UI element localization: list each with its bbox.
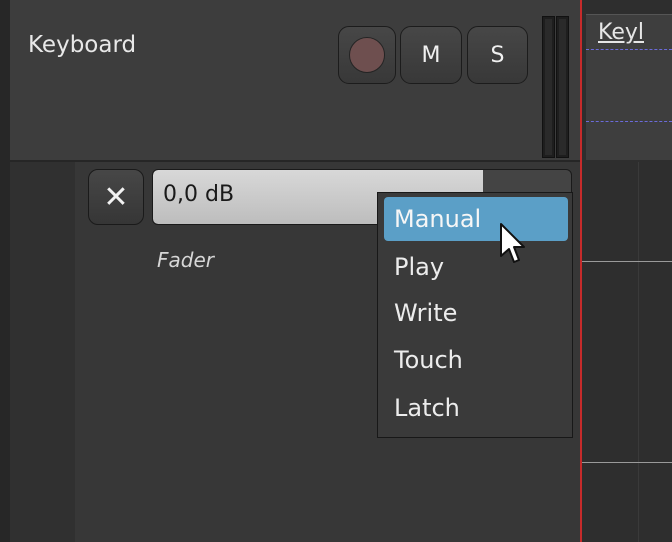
automation-mode-menu: Manual Play Write Touch Latch: [377, 192, 573, 438]
region-waveform: [586, 49, 672, 50]
close-automation-button[interactable]: ✕: [88, 169, 144, 225]
close-icon: ✕: [103, 179, 129, 215]
grid-line: [638, 162, 639, 542]
region-waveform: [586, 121, 672, 122]
mouse-cursor-icon: [500, 223, 525, 263]
menu-item-play[interactable]: Play: [384, 245, 568, 289]
track-name[interactable]: Keyboard: [28, 32, 136, 58]
level-meter-right: [556, 16, 569, 158]
menu-item-touch[interactable]: Touch: [384, 338, 568, 382]
gain-value: 0,0 dB: [163, 182, 235, 207]
left-edge: [0, 0, 10, 542]
automation-line: [582, 261, 672, 262]
record-button[interactable]: [338, 26, 396, 84]
mute-button[interactable]: M: [400, 26, 462, 84]
solo-button[interactable]: S: [467, 26, 528, 84]
record-icon: [349, 37, 385, 73]
level-meter-left: [542, 16, 555, 158]
menu-item-write[interactable]: Write: [384, 291, 568, 335]
automation-line: [582, 462, 672, 463]
playhead-line[interactable]: [580, 0, 582, 542]
region-label: Keyl: [598, 20, 644, 45]
automation-lane-label: Fader: [157, 248, 214, 272]
menu-item-latch[interactable]: Latch: [384, 386, 568, 430]
menu-item-manual[interactable]: Manual: [384, 197, 568, 241]
